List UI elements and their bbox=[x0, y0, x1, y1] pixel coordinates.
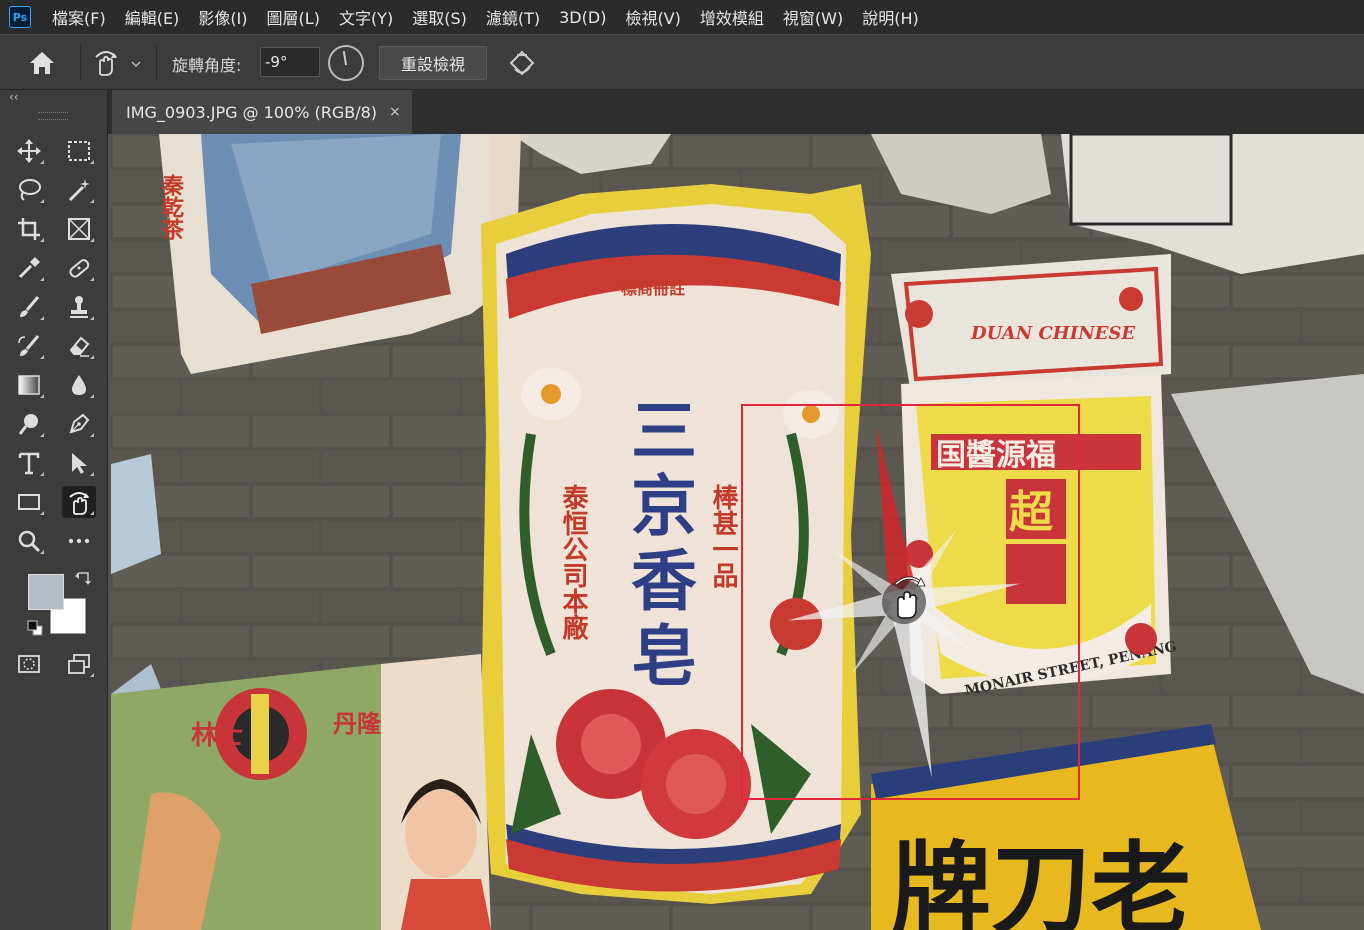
arrow-cursor-icon bbox=[72, 453, 87, 474]
stamp-icon bbox=[70, 296, 88, 318]
menu-select[interactable]: 選取(S) bbox=[403, 5, 477, 29]
swap-colors-icon[interactable] bbox=[74, 570, 92, 588]
options-bar: 旋轉角度: 重設檢視 bbox=[0, 34, 1364, 90]
poster-text-fuyuan: 国醬源福 bbox=[936, 438, 1056, 473]
magnifier-icon bbox=[18, 530, 41, 553]
brush-tool[interactable] bbox=[12, 291, 46, 323]
menu-3d[interactable]: 3D(D) bbox=[550, 8, 616, 27]
poster-text-danlong: 丹隆 bbox=[333, 709, 382, 738]
poster-text-registered-mark: 標商冊註 bbox=[621, 279, 685, 298]
menu-plugins[interactable]: 增效模組 bbox=[691, 5, 774, 29]
rectangle-tool[interactable] bbox=[12, 486, 46, 518]
poster-text-company: 泰恒公司本廠 bbox=[558, 484, 588, 641]
poster-text-laodao: 牌刀老 bbox=[891, 830, 1191, 930]
more-dots-icon bbox=[68, 538, 90, 544]
magic-wand-icon bbox=[68, 179, 90, 202]
canvas-photo[interactable]: 秦乾茶 標商冊註 三 京 香 皂 泰恒公司本廠 棒甚一品 DUAN CHINES… bbox=[111, 134, 1364, 930]
dodge-icon bbox=[18, 414, 38, 435]
eraser-icon bbox=[69, 336, 90, 357]
poster-char-2: 京 bbox=[631, 467, 697, 545]
zoom-tool[interactable] bbox=[12, 525, 46, 557]
document-canvas[interactable]: 秦乾茶 標商冊註 三 京 香 皂 泰恒公司本廠 棒甚一品 DUAN CHINES… bbox=[111, 134, 1364, 930]
poster-char-3: 香 bbox=[631, 542, 697, 620]
move-tool[interactable] bbox=[12, 135, 46, 167]
pen-icon bbox=[69, 413, 90, 434]
poster-text-quality: 棒甚一品 bbox=[708, 484, 738, 588]
menu-bar: Ps 檔案(F) 編輯(E) 影像(I) 圖層(L) 文字(Y) 選取(S) 濾… bbox=[0, 0, 1364, 34]
menu-filter[interactable]: 濾鏡(T) bbox=[477, 5, 550, 29]
blur-tool[interactable] bbox=[62, 369, 96, 401]
lasso-tool[interactable] bbox=[12, 174, 46, 206]
rectangle-icon bbox=[18, 494, 40, 510]
home-button[interactable] bbox=[26, 49, 58, 77]
reset-view-button[interactable]: 重設檢視 bbox=[379, 46, 487, 80]
menu-window[interactable]: 視窗(W) bbox=[774, 5, 853, 29]
frame-icon bbox=[68, 218, 90, 240]
crop-icon bbox=[18, 218, 40, 240]
history-brush-icon bbox=[18, 335, 40, 356]
default-colors-icon[interactable] bbox=[27, 620, 43, 636]
rotate-view-tool[interactable] bbox=[62, 486, 96, 518]
screen-mode-button[interactable] bbox=[62, 648, 96, 680]
collapse-panel-button[interactable]: ‹‹ bbox=[9, 90, 19, 104]
document-tab-bar: IMG_0903.JPG @ 100% (RGB/8) × bbox=[108, 90, 1364, 134]
eyedropper-tool[interactable] bbox=[12, 252, 46, 284]
photoshop-logo: Ps bbox=[9, 6, 31, 28]
rotation-angle-input[interactable] bbox=[260, 47, 320, 77]
brush-icon bbox=[20, 296, 40, 317]
tools-panel: ‹‹ bbox=[0, 90, 108, 930]
eyedropper-icon bbox=[18, 257, 40, 279]
history-brush-tool[interactable] bbox=[12, 330, 46, 362]
poster-char-1: 三 bbox=[631, 392, 697, 470]
rotate-view-icon bbox=[69, 492, 89, 515]
path-selection-tool[interactable] bbox=[62, 447, 96, 479]
type-tool[interactable] bbox=[12, 447, 46, 479]
menu-edit[interactable]: 編輯(E) bbox=[116, 5, 190, 29]
move-icon bbox=[17, 139, 41, 163]
clone-stamp-tool[interactable] bbox=[62, 291, 96, 323]
dodge-tool[interactable] bbox=[12, 408, 46, 440]
healing-brush-tool[interactable] bbox=[62, 252, 96, 284]
poster-text-left-vertical: 秦乾茶 bbox=[158, 174, 185, 240]
pen-tool[interactable] bbox=[62, 408, 96, 440]
edit-toolbar-button[interactable] bbox=[62, 525, 96, 557]
close-tab-icon[interactable]: × bbox=[389, 104, 401, 120]
rectangular-marquee-icon bbox=[68, 141, 90, 161]
quick-mask-icon bbox=[18, 655, 40, 673]
poster-char-4: 皂 bbox=[631, 617, 697, 695]
frame-tool[interactable] bbox=[62, 213, 96, 245]
menu-type[interactable]: 文字(Y) bbox=[330, 5, 403, 29]
panel-grip[interactable] bbox=[38, 112, 68, 120]
poster-text-chinese-en: DUAN CHINESE bbox=[970, 323, 1135, 344]
document-tab[interactable]: IMG_0903.JPG @ 100% (RGB/8) × bbox=[112, 90, 412, 134]
rotate-view-preset-icon bbox=[95, 51, 141, 76]
type-icon bbox=[18, 452, 40, 475]
lasso-icon bbox=[19, 179, 41, 201]
rotation-angle-label: 旋轉角度: bbox=[172, 56, 242, 75]
poster-text-linshi: 林士 bbox=[191, 721, 243, 751]
bandage-icon bbox=[69, 259, 90, 278]
menu-file[interactable]: 檔案(F) bbox=[43, 5, 116, 29]
gradient-icon bbox=[18, 375, 40, 395]
tool-preset-picker[interactable] bbox=[90, 47, 146, 79]
rotate-all-windows-toggle[interactable] bbox=[505, 47, 539, 79]
eraser-tool[interactable] bbox=[62, 330, 96, 362]
foreground-color-swatch[interactable] bbox=[28, 574, 64, 610]
home-icon bbox=[30, 52, 54, 74]
poster-text-super: 超 bbox=[1009, 487, 1054, 538]
menu-help[interactable]: 說明(H) bbox=[853, 5, 929, 29]
menu-image[interactable]: 影像(I) bbox=[189, 5, 257, 29]
crop-tool[interactable] bbox=[12, 213, 46, 245]
quick-mask-button[interactable] bbox=[12, 648, 46, 680]
menu-layer[interactable]: 圖層(L) bbox=[258, 5, 330, 29]
rotate-all-windows-icon bbox=[509, 50, 535, 76]
screen-mode-icon bbox=[68, 654, 90, 674]
gradient-tool[interactable] bbox=[12, 369, 46, 401]
menu-view[interactable]: 檢視(V) bbox=[616, 5, 690, 29]
marquee-tool[interactable] bbox=[62, 135, 96, 167]
document-tab-title: IMG_0903.JPG @ 100% (RGB/8) bbox=[126, 102, 378, 122]
magic-wand-tool[interactable] bbox=[62, 174, 96, 206]
rotation-dial[interactable] bbox=[328, 45, 364, 81]
water-drop-icon bbox=[72, 375, 86, 395]
